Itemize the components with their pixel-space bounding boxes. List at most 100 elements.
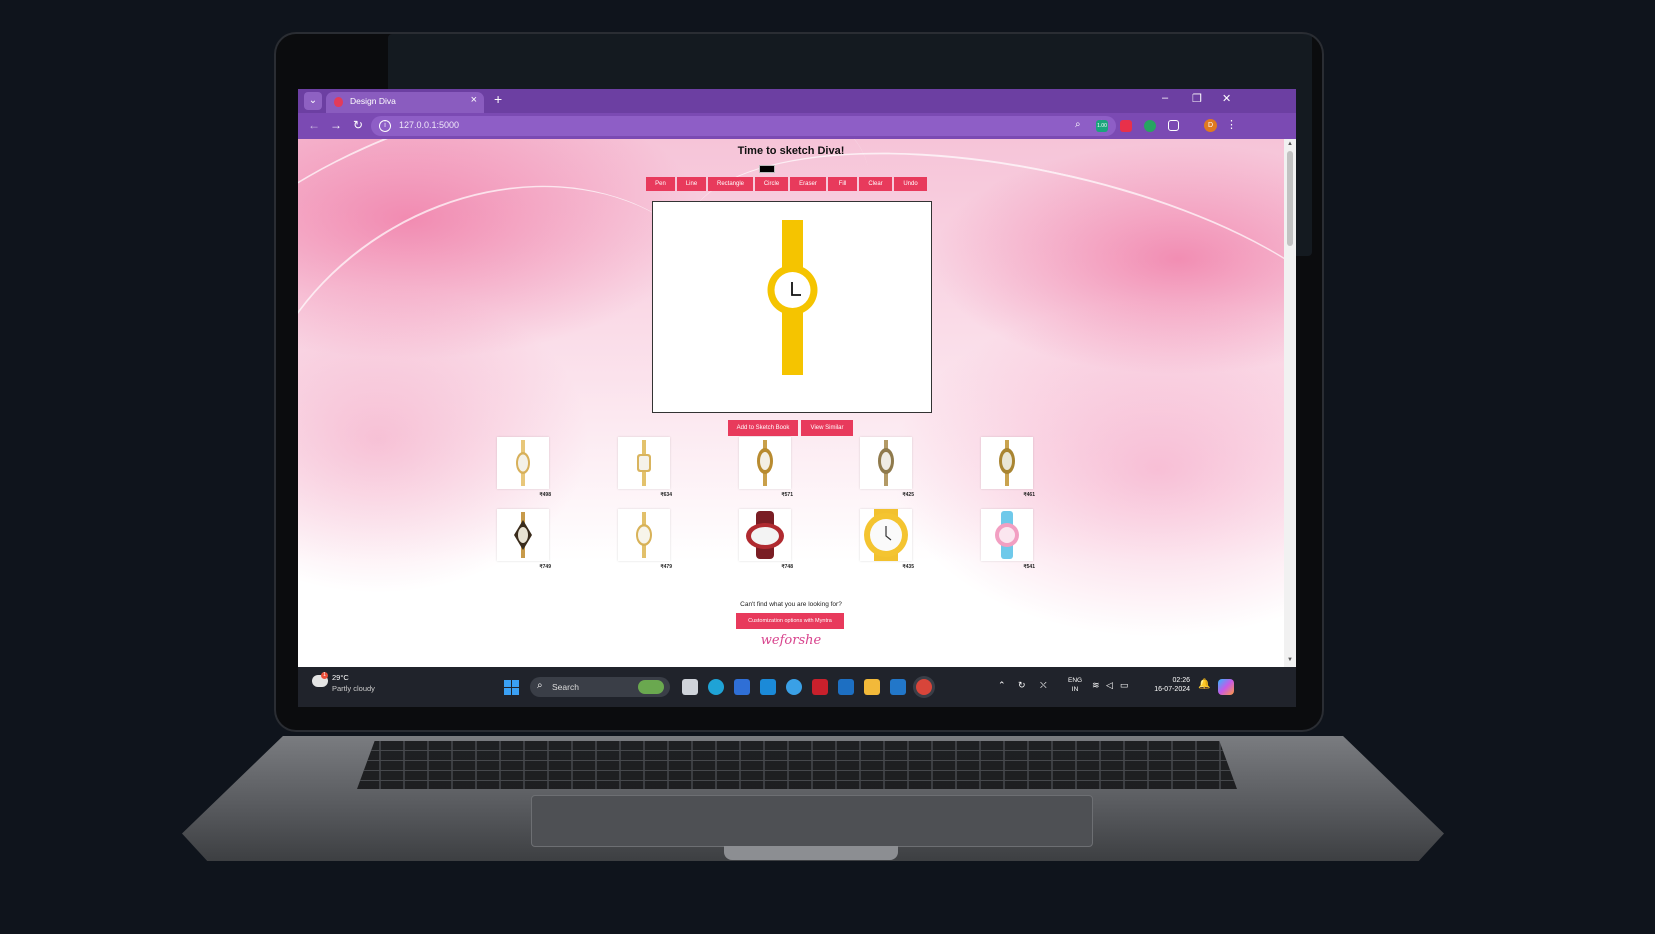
search-highlight-icon	[638, 680, 664, 694]
notification-bell-icon[interactable]: 🔔	[1198, 679, 1210, 690]
product-price: ₹571	[781, 492, 793, 498]
tool-rectangle-button[interactable]: Rectangle	[708, 177, 753, 191]
restore-button[interactable]: ❐	[1192, 92, 1202, 105]
vscode-icon[interactable]	[890, 679, 906, 695]
web-page: Time to sketch Diva! Pen Line Rectangle …	[298, 139, 1284, 667]
scroll-up-icon[interactable]: ▲	[1287, 141, 1293, 147]
app-icon[interactable]	[760, 679, 776, 695]
zoom-icon[interactable]: ⌕	[1075, 119, 1081, 130]
tool-undo-button[interactable]: Undo	[894, 177, 927, 191]
outlook-icon[interactable]	[838, 679, 854, 695]
page-title: Time to sketch Diva!	[737, 145, 845, 157]
product-card[interactable]: ₹435	[858, 509, 914, 573]
drawing-toolbar: Pen Line Rectangle Circle Eraser Fill Cl…	[646, 177, 927, 191]
app-icon[interactable]	[786, 679, 802, 695]
tool-circle-button[interactable]: Circle	[755, 177, 788, 191]
page-scrollbar[interactable]: ▲ ▼	[1284, 139, 1296, 667]
watch-sketch	[767, 220, 818, 375]
minimize-button[interactable]: –	[1162, 92, 1168, 104]
site-info-icon[interactable]: i	[379, 120, 391, 132]
product-price: ₹498	[539, 492, 551, 498]
microsoft-store-icon[interactable]	[734, 679, 750, 695]
gold-oval-watch-icon	[618, 509, 670, 561]
extension-red-icon[interactable]	[1120, 120, 1132, 132]
windows-taskbar: 1 29°C Partly cloudy ⌕ Search ⌃ ↻ ⛌ ENG …	[298, 667, 1296, 707]
close-window-button[interactable]: ✕	[1222, 92, 1231, 105]
tool-fill-button[interactable]: Fill	[828, 177, 857, 191]
network-alert-icon[interactable]: ⛌	[1040, 680, 1047, 691]
chrome-icon[interactable]	[916, 679, 932, 695]
product-price: ₹461	[1023, 492, 1035, 498]
back-icon[interactable]: ←	[308, 118, 320, 132]
tab-search-button[interactable]: ⌄	[304, 92, 322, 110]
product-card[interactable]: ₹479	[616, 509, 672, 573]
system-clock[interactable]: 02:26 16-07-2024	[1144, 676, 1190, 694]
keyboard-rows	[357, 741, 1237, 789]
product-card[interactable]: ₹634	[616, 437, 672, 501]
profile-avatar[interactable]: D	[1204, 119, 1217, 132]
weather-badge: 1	[321, 672, 328, 679]
url-text[interactable]: 127.0.0.1:5000	[399, 120, 459, 130]
tab-close-icon[interactable]: ×	[471, 94, 477, 106]
wifi-icon[interactable]: ≋	[1092, 680, 1100, 691]
sketch-canvas[interactable]	[652, 201, 932, 413]
region-code: IN	[1071, 686, 1079, 693]
extensions-puzzle-icon[interactable]	[1168, 120, 1179, 131]
gold-black-watch-icon	[497, 509, 549, 561]
product-card[interactable]: ₹461	[979, 437, 1035, 501]
taskbar-search-box[interactable]: ⌕ Search	[530, 677, 670, 697]
reload-icon[interactable]: ↻	[353, 118, 363, 132]
windows-start-icon[interactable]	[504, 680, 519, 695]
brand-logo: weforshe	[760, 633, 822, 648]
product-card[interactable]: ₹748	[737, 509, 793, 573]
view-similar-button[interactable]: View Similar	[801, 420, 853, 436]
product-card[interactable]: ₹498	[495, 437, 551, 501]
task-view-icon[interactable]	[682, 679, 698, 695]
scroll-thumb[interactable]	[1287, 151, 1293, 246]
mcafee-icon[interactable]	[812, 679, 828, 695]
file-explorer-icon[interactable]	[864, 679, 880, 695]
new-tab-button[interactable]: +	[494, 91, 502, 107]
sync-icon[interactable]: ↻	[1018, 680, 1026, 691]
tool-eraser-button[interactable]: Eraser	[790, 177, 826, 191]
input-language[interactable]: ENG IN	[1068, 676, 1082, 694]
product-price: ₹749	[539, 564, 551, 570]
favicon-icon	[334, 97, 343, 107]
volume-icon[interactable]: ◁	[1106, 680, 1113, 691]
laptop-notch	[724, 846, 898, 860]
grammarly-icon[interactable]	[1144, 120, 1156, 132]
color-picker[interactable]	[759, 165, 775, 173]
browser-tab-bar: ⌄ Design Diva × + – ❐ ✕	[298, 89, 1296, 113]
url-omnibox[interactable]: i 127.0.0.1:5000 ⌕ ☆	[371, 116, 1116, 136]
extension-counter-icon[interactable]: 1.00	[1096, 120, 1108, 132]
search-label: Search	[552, 682, 579, 692]
customization-button[interactable]: Customization options with Myntra	[736, 613, 844, 629]
tray-overflow-icon[interactable]: ⌃	[998, 680, 1006, 691]
add-to-sketchbook-button[interactable]: Add to Sketch Book	[728, 420, 798, 436]
gold-oval-watch-icon	[860, 437, 912, 489]
tool-line-button[interactable]: Line	[677, 177, 706, 191]
red-oval-watch-icon	[739, 509, 791, 561]
product-price: ₹479	[660, 564, 672, 570]
product-card[interactable]: ₹571	[737, 437, 793, 501]
yellow-round-watch-icon	[860, 509, 912, 561]
clock-date: 16-07-2024	[1154, 686, 1190, 693]
browser-menu-icon[interactable]: ⋮	[1226, 118, 1237, 131]
edge-browser-icon[interactable]	[708, 679, 724, 695]
forward-icon[interactable]: →	[330, 118, 342, 132]
battery-icon[interactable]: ▭	[1120, 680, 1129, 691]
product-price: ₹435	[902, 564, 914, 570]
weather-condition[interactable]: Partly cloudy	[332, 684, 375, 693]
copilot-icon[interactable]	[1218, 679, 1234, 695]
gold-rect-watch-icon	[618, 437, 670, 489]
search-icon: ⌕	[537, 680, 543, 691]
product-card[interactable]: ₹749	[495, 509, 551, 573]
product-card[interactable]: ₹541	[979, 509, 1035, 573]
temperature[interactable]: 29°C	[332, 673, 349, 682]
scroll-down-icon[interactable]: ▼	[1287, 657, 1293, 663]
product-card[interactable]: ₹425	[858, 437, 914, 501]
cant-find-text: Can't find what you are looking for?	[740, 601, 842, 608]
tool-clear-button[interactable]: Clear	[859, 177, 892, 191]
tool-pen-button[interactable]: Pen	[646, 177, 675, 191]
tab-design-diva[interactable]: Design Diva ×	[326, 92, 484, 113]
